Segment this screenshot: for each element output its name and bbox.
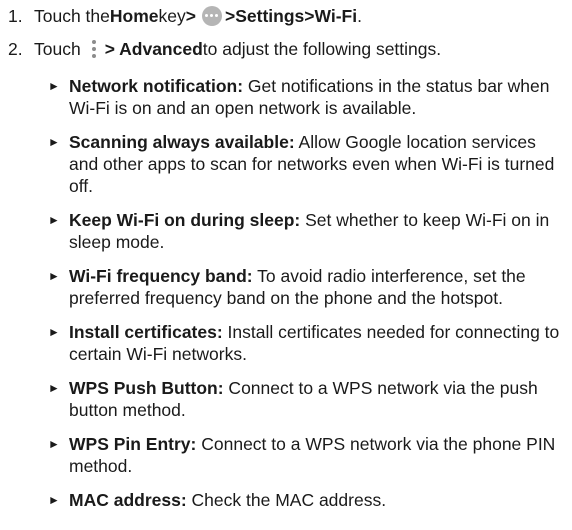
step-number: 1. bbox=[8, 5, 23, 26]
step-text: key bbox=[158, 5, 186, 26]
arrow-separator: > bbox=[224, 5, 236, 26]
list-item: ► MAC address: Check the MAC address. bbox=[47, 489, 567, 511]
step-text: to adjust the following settings. bbox=[202, 38, 442, 59]
list-item: ► Wi-Fi frequency band: To avoid radio i… bbox=[47, 265, 567, 309]
advanced-label: > Advanced bbox=[104, 38, 203, 59]
list-item: ► Scanning always available: Allow Googl… bbox=[47, 131, 567, 197]
step-text: Touch bbox=[34, 38, 81, 59]
arrow-separator: > bbox=[185, 5, 196, 26]
setting-description: Check the MAC address. bbox=[186, 490, 387, 510]
step-2: 2. Touch > Advanced to adjust the follow… bbox=[0, 36, 441, 62]
triangle-right-icon: ► bbox=[48, 213, 60, 227]
list-item: ► WPS Pin Entry: Connect to a WPS networ… bbox=[47, 433, 567, 477]
setting-term: WPS Push Button: bbox=[69, 378, 224, 398]
triangle-right-icon: ► bbox=[48, 135, 60, 149]
triangle-right-icon: ► bbox=[48, 493, 60, 507]
list-item: ► Install certificates: Install certific… bbox=[47, 321, 567, 365]
triangle-right-icon: ► bbox=[48, 381, 60, 395]
kebab-menu-icon bbox=[89, 38, 99, 60]
setting-term: Wi-Fi frequency band: bbox=[69, 266, 253, 286]
triangle-right-icon: ► bbox=[48, 437, 60, 451]
step-1: 1. Touch the Home key > > Settings > Wi-… bbox=[0, 4, 362, 28]
setting-term: MAC address: bbox=[69, 490, 187, 510]
settings-label: Settings bbox=[235, 5, 305, 26]
step-period: . bbox=[357, 5, 362, 26]
triangle-right-icon: ► bbox=[48, 269, 60, 283]
setting-term: Install certificates: bbox=[69, 322, 223, 342]
list-item: ► Keep Wi-Fi on during sleep: Set whethe… bbox=[47, 209, 567, 253]
apps-icon bbox=[201, 6, 222, 26]
triangle-right-icon: ► bbox=[48, 325, 60, 339]
setting-term: Scanning always available: bbox=[69, 132, 295, 152]
arrow-separator: > bbox=[304, 5, 315, 26]
home-key-label: Home bbox=[109, 5, 159, 26]
setting-term: Keep Wi-Fi on during sleep: bbox=[69, 210, 301, 230]
setting-term: WPS Pin Entry: bbox=[69, 434, 197, 454]
step-number: 2. bbox=[8, 38, 23, 59]
triangle-right-icon: ► bbox=[48, 79, 60, 93]
step-text: Touch the bbox=[34, 5, 110, 26]
instructions-page: 1. Touch the Home key > > Settings > Wi-… bbox=[0, 0, 572, 530]
settings-list: ► Network notification: Get notification… bbox=[47, 75, 567, 523]
list-item: ► Network notification: Get notification… bbox=[47, 75, 567, 119]
list-item: ► WPS Push Button: Connect to a WPS netw… bbox=[47, 377, 567, 421]
wifi-label: Wi-Fi bbox=[314, 5, 358, 26]
setting-term: Network notification: bbox=[69, 76, 244, 96]
